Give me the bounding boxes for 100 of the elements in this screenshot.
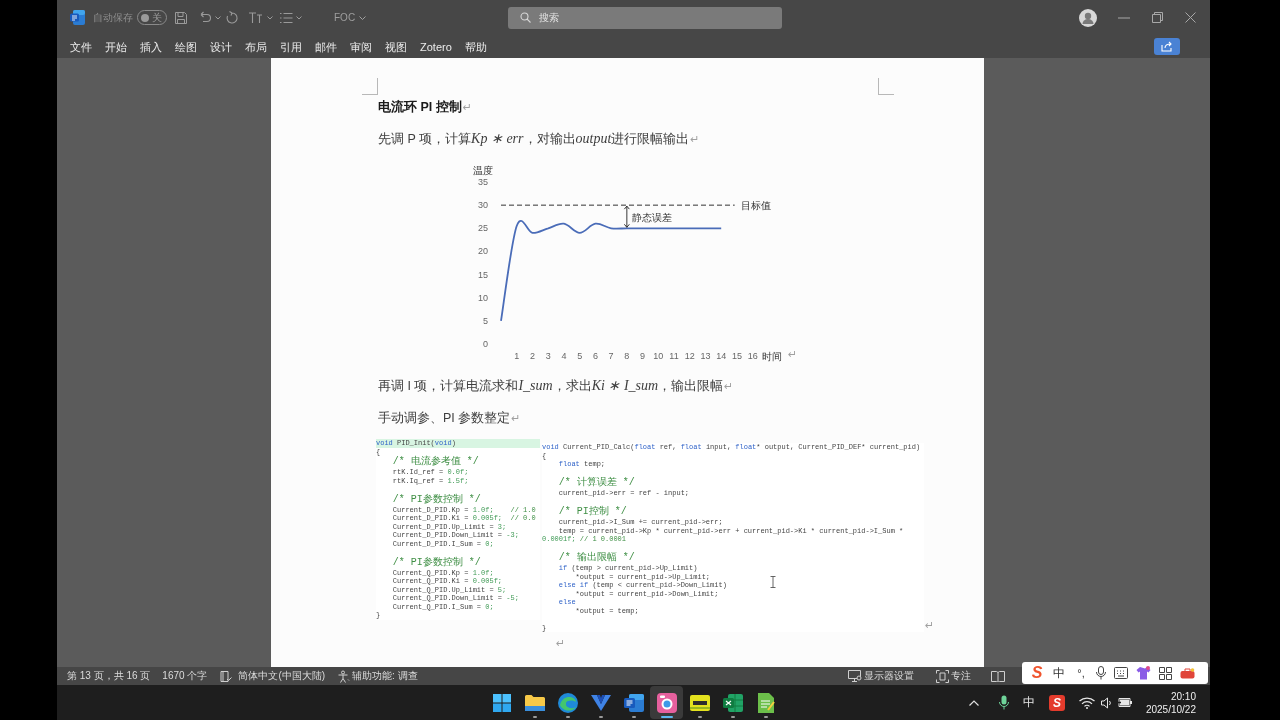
code-line: /* PI参数控制 */ bbox=[391, 493, 481, 506]
word-count[interactable]: 1670 个字 bbox=[162, 670, 208, 682]
list-icon[interactable] bbox=[279, 11, 293, 24]
chevron-logo-icon bbox=[590, 693, 611, 712]
paragraph-mark: ↵ bbox=[462, 101, 472, 113]
x-tick-label: 15 bbox=[731, 351, 742, 361]
clock-time[interactable]: 20:10 bbox=[1170, 689, 1196, 703]
ribbon-tab[interactable]: 绘图 bbox=[175, 39, 197, 54]
y-tick-label: 0 bbox=[483, 339, 488, 349]
avatar-icon[interactable] bbox=[1079, 8, 1097, 27]
paragraph-mark: ↵ bbox=[788, 348, 798, 361]
close-icon[interactable] bbox=[1185, 12, 1196, 23]
folder-icon bbox=[524, 694, 545, 711]
caret-icon[interactable] bbox=[267, 15, 273, 20]
redo-icon[interactable] bbox=[225, 10, 239, 25]
ribbon-tab[interactable]: 设计 bbox=[210, 39, 232, 54]
display-settings-button[interactable]: 显示器设置 bbox=[848, 670, 914, 682]
x-tick-label: 11 bbox=[669, 351, 679, 361]
ribbon-tab[interactable]: 文件 bbox=[70, 39, 92, 54]
margin-corner-mark bbox=[362, 78, 378, 95]
paragraph-mark: ↵ bbox=[511, 412, 521, 424]
monitor-icon bbox=[848, 670, 862, 682]
stripe-tile-icon bbox=[689, 694, 710, 711]
x-tick-label: 6 bbox=[592, 351, 598, 361]
windows-grid-icon bbox=[492, 693, 511, 712]
punctuation-button[interactable]: °, bbox=[1070, 665, 1092, 681]
axis-title: 时间 bbox=[761, 351, 782, 362]
x-tick-label: 8 bbox=[624, 351, 630, 361]
ribbon-tab[interactable]: 邮件 bbox=[315, 39, 337, 54]
paragraph-mark: ↵ bbox=[724, 380, 734, 392]
ime-tray-logo[interactable]: S bbox=[1048, 694, 1065, 711]
battery-plug-icon[interactable] bbox=[1116, 697, 1133, 708]
book-check-icon[interactable] bbox=[219, 669, 233, 683]
speaker-icon[interactable] bbox=[1100, 696, 1113, 709]
microphone-icon[interactable] bbox=[1096, 666, 1106, 680]
body-text: 先调 P 项，计算Kp ∗ err，对输出output进行限幅输出 bbox=[378, 132, 690, 146]
body-text: 手动调参、PI 参数整定 bbox=[378, 411, 511, 425]
keyboard-icon[interactable] bbox=[1114, 667, 1128, 679]
ribbon-tab[interactable]: 审阅 bbox=[350, 39, 372, 54]
code-line: /* 电流参考值 */ bbox=[391, 456, 479, 468]
focus-button[interactable]: 专注 bbox=[936, 669, 971, 683]
taskbar-app-button[interactable] bbox=[650, 686, 683, 719]
input-mode-button[interactable]: 中 bbox=[1048, 665, 1070, 681]
shirt-icon[interactable] bbox=[1136, 666, 1151, 680]
grid-icon[interactable] bbox=[1159, 666, 1172, 680]
x-tick-label: 5 bbox=[577, 351, 583, 361]
book-open-icon[interactable] bbox=[991, 670, 1005, 682]
clock-date[interactable]: 2025/10/22 bbox=[1145, 702, 1196, 716]
y-tick-label: 15 bbox=[478, 269, 488, 280]
y-tick-label: 35 bbox=[478, 177, 488, 187]
ribbon-tab[interactable]: 帮助 bbox=[464, 39, 487, 54]
chevron-up-icon[interactable] bbox=[968, 699, 979, 706]
x-tick-label: 1 bbox=[514, 351, 520, 361]
save-icon[interactable] bbox=[174, 10, 188, 25]
y-tick-label: 10 bbox=[478, 292, 488, 303]
text-size-icon[interactable] bbox=[248, 11, 264, 24]
search-field[interactable]: 搜索 bbox=[508, 6, 783, 29]
file-name-button[interactable]: FOC bbox=[334, 12, 367, 23]
caret-icon[interactable] bbox=[215, 15, 221, 20]
x-tick-label: 7 bbox=[608, 351, 614, 361]
heading-text: 电流环 PI 控制 bbox=[378, 100, 462, 114]
microphone-icon[interactable] bbox=[998, 695, 1009, 710]
annotation-label: 静态误差 bbox=[631, 211, 672, 223]
ribbon-tab[interactable]: 布局 bbox=[245, 39, 267, 54]
document-pen-icon bbox=[756, 692, 775, 713]
spreadsheet-icon bbox=[722, 693, 743, 712]
document-logo-icon[interactable] bbox=[69, 9, 86, 26]
x-tick-label: 3 bbox=[545, 351, 551, 361]
language-indicator[interactable]: 简体中文(中国大陆) bbox=[238, 670, 326, 682]
ribbon-tab[interactable]: 视图 bbox=[385, 39, 407, 54]
body-text: 再调 I 项，计算电流求和I_sum，求出Ki ∗ I_sum，输出限幅 bbox=[378, 379, 724, 393]
x-tick-label: 9 bbox=[640, 351, 646, 361]
input-mode-button[interactable]: 中 bbox=[1022, 694, 1035, 711]
ribbon-tab[interactable]: 开始 bbox=[105, 39, 127, 54]
share-button[interactable] bbox=[1154, 38, 1180, 55]
y-tick-label: 5 bbox=[483, 315, 488, 326]
page-counter[interactable]: 第 13 页，共 16 页 bbox=[67, 670, 151, 682]
code-line: /* 计算误差 */ bbox=[557, 477, 635, 489]
x-tick-label: 16 bbox=[747, 351, 758, 361]
paragraph-mark: ↵ bbox=[925, 619, 935, 632]
accessibility-button[interactable]: 辅助功能: 调查 bbox=[337, 669, 418, 683]
accessibility-icon bbox=[337, 669, 351, 683]
annotation-arrow bbox=[623, 205, 630, 228]
x-tick-label: 13 bbox=[700, 351, 711, 361]
ribbon-tab[interactable]: Zotero bbox=[420, 39, 452, 54]
paragraph-mark: ↵ bbox=[556, 637, 566, 649]
caret-icon[interactable] bbox=[296, 15, 302, 20]
x-tick-label: 10 bbox=[653, 351, 664, 361]
code-line: /* PI控制 */ bbox=[557, 506, 627, 518]
y-tick-label: 30 bbox=[478, 200, 488, 211]
caret-icon bbox=[359, 15, 367, 20]
ribbon-tab[interactable]: 引用 bbox=[280, 39, 302, 54]
x-tick-label: 12 bbox=[684, 351, 695, 361]
code-line: /* 输出限幅 */ bbox=[557, 552, 635, 564]
ribbon-tab[interactable]: 插入 bbox=[140, 39, 162, 54]
wifi-icon[interactable] bbox=[1078, 696, 1095, 709]
restore-icon[interactable] bbox=[1152, 12, 1163, 23]
y-tick-label: 20 bbox=[478, 246, 488, 257]
axis-title: 温度 bbox=[473, 165, 493, 176]
toolbox-icon[interactable] bbox=[1180, 667, 1195, 679]
